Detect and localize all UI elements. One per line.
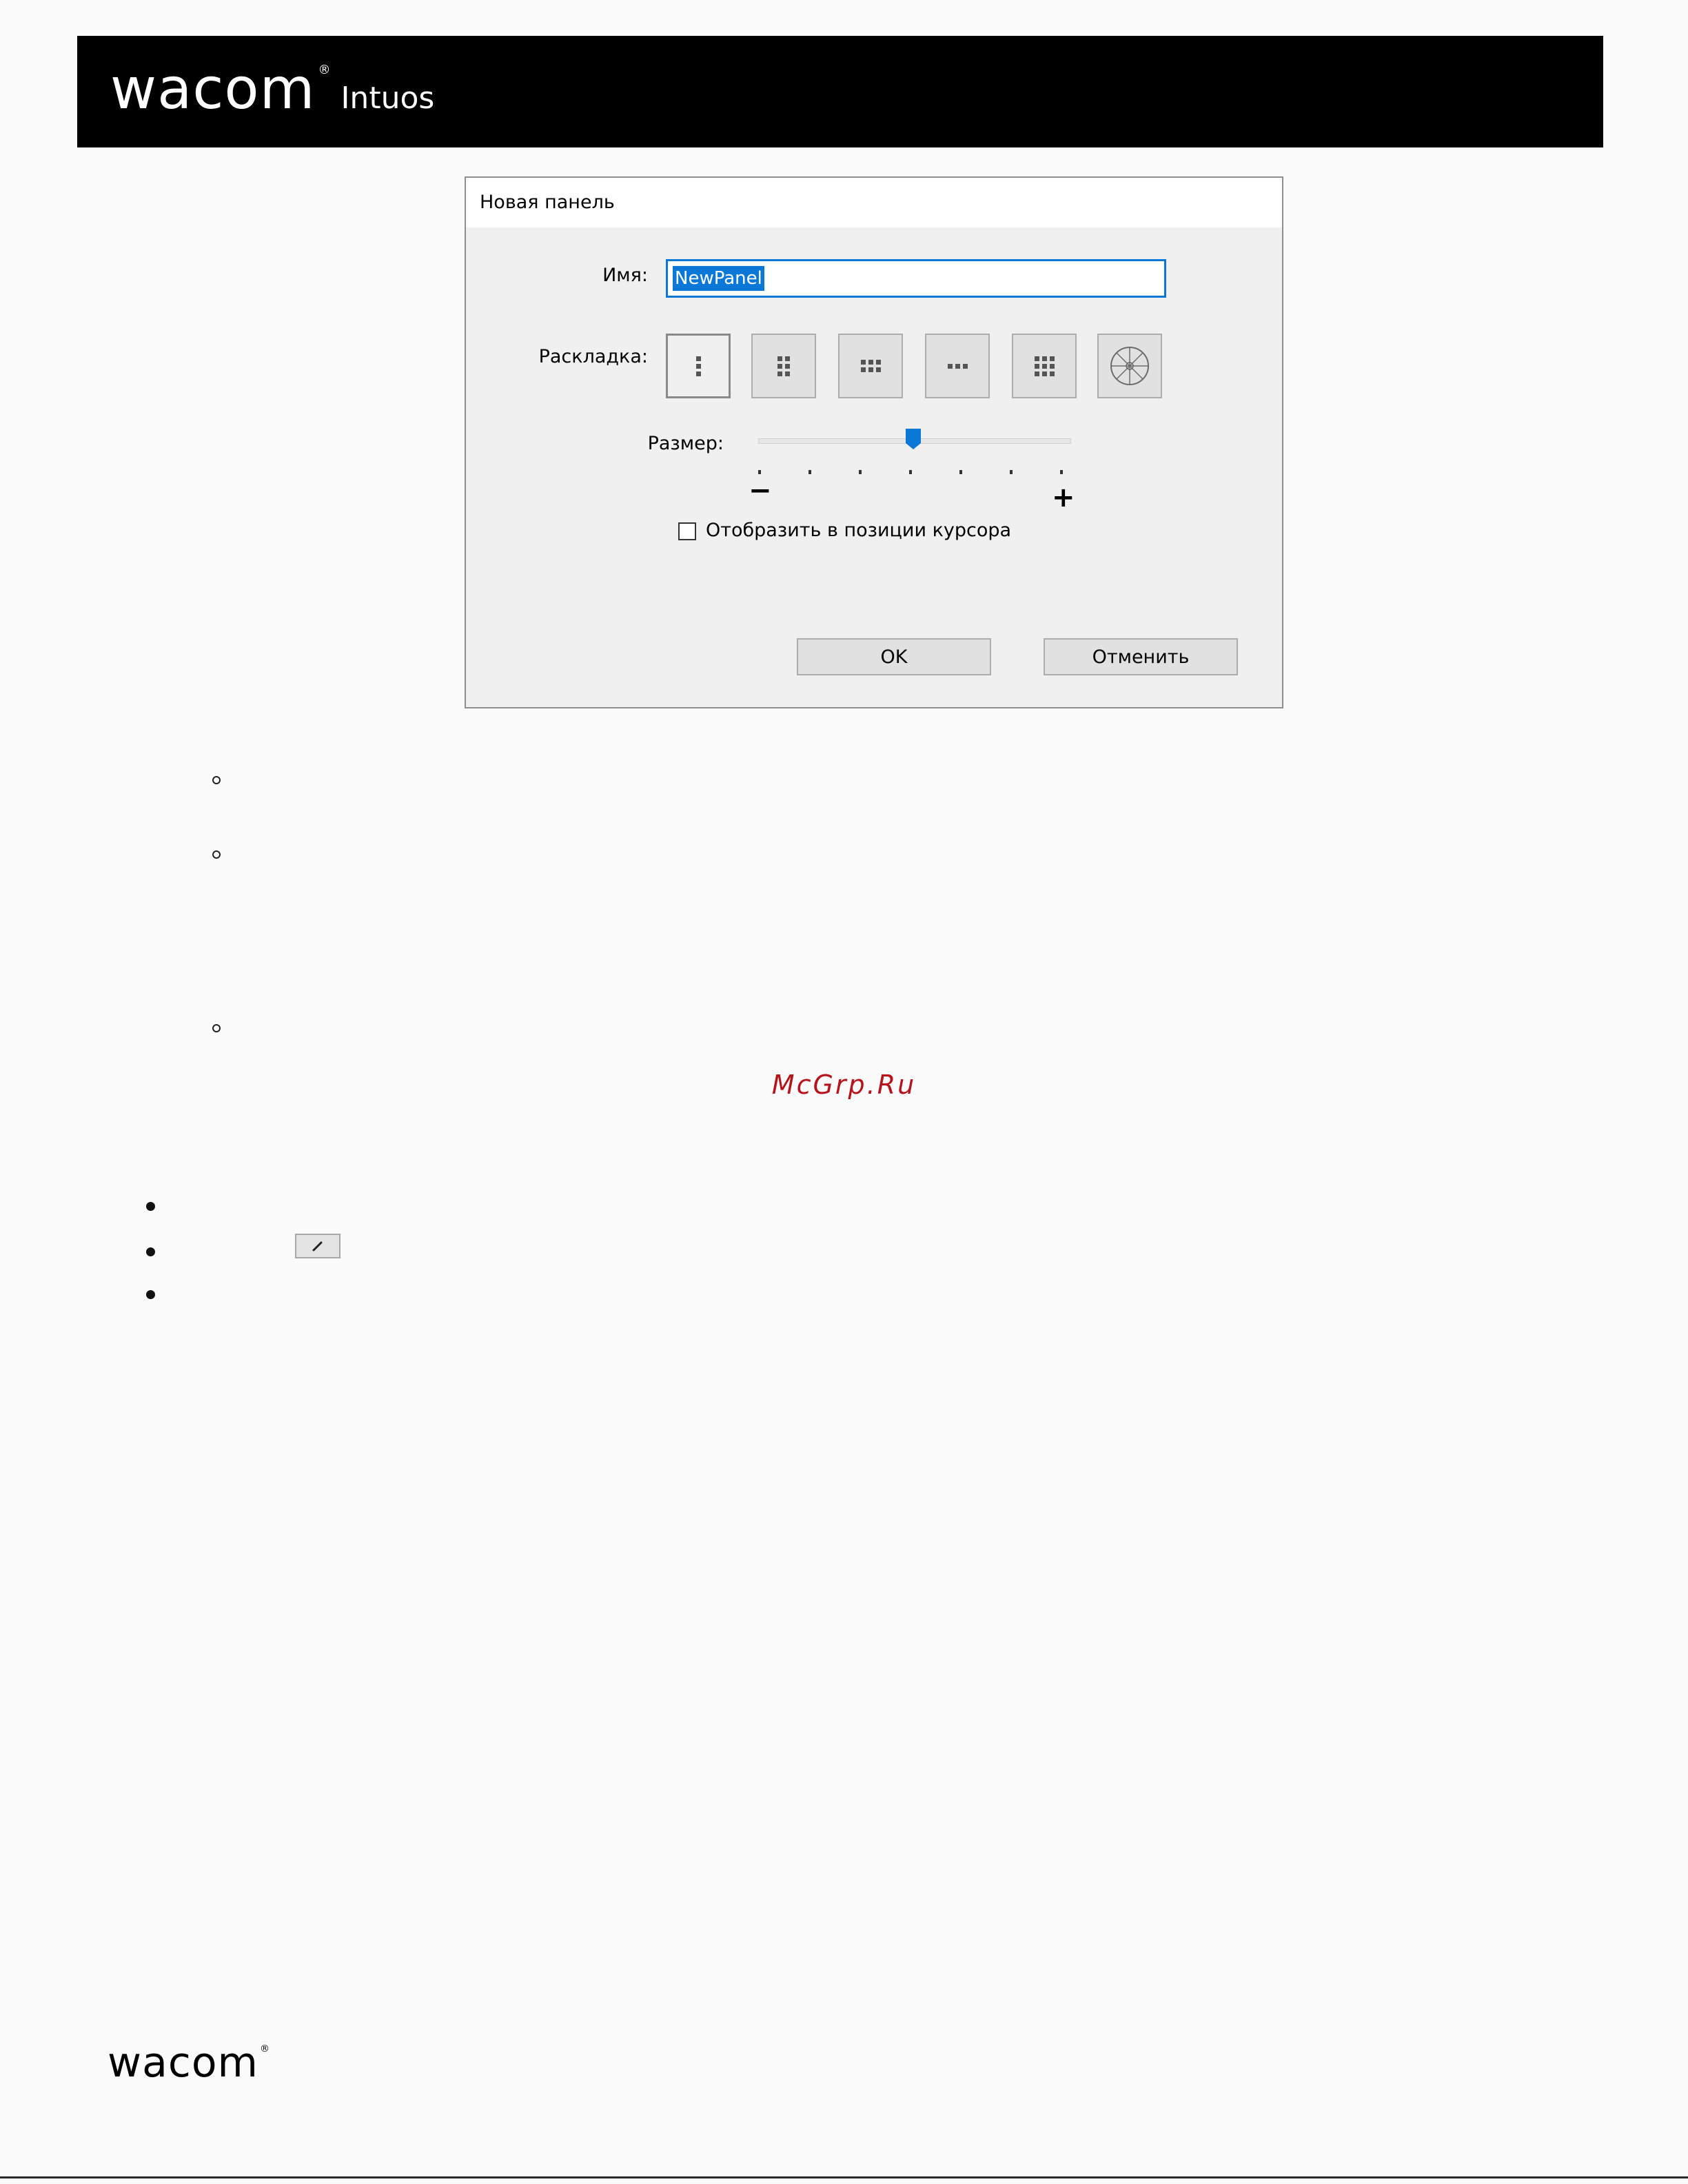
dialog-title: Новая панель <box>480 192 615 213</box>
list-bullet <box>146 1202 155 1211</box>
brand-name: wacom <box>110 57 316 122</box>
list-bullet <box>146 1247 155 1256</box>
size-minus-label: − <box>749 475 772 507</box>
slider-tick <box>1060 470 1063 474</box>
layout-grid-icon <box>1034 356 1055 376</box>
layout-3col-button[interactable] <box>838 334 903 398</box>
edit-button[interactable] <box>295 1234 340 1258</box>
name-input[interactable] <box>666 259 1166 298</box>
new-panel-dialog: Новая панель Имя: NewPanel Раскладка: Ра… <box>465 176 1283 708</box>
radial-menu-icon <box>1110 347 1149 385</box>
pencil-icon <box>312 1241 323 1252</box>
size-slider-thumb[interactable] <box>906 429 921 449</box>
footer-registered-mark: ® <box>259 2043 270 2054</box>
layout-row-button[interactable] <box>925 334 990 398</box>
slider-tick <box>859 470 862 474</box>
size-plus-label: + <box>1052 482 1075 513</box>
layout-2col-icon <box>777 356 790 376</box>
list-bullet <box>146 1290 155 1299</box>
footer-divider <box>0 2176 1688 2178</box>
list-bullet <box>212 850 221 859</box>
slider-tick <box>809 470 811 474</box>
slider-tick <box>909 470 912 474</box>
ok-button[interactable]: OK <box>797 638 991 675</box>
watermark: McGrp.Ru <box>771 1070 917 1100</box>
slider-tick <box>1010 470 1013 474</box>
dialog-titlebar: Новая панель <box>466 178 1282 227</box>
wacom-logo: wacom ® Intuos <box>110 55 434 139</box>
layout-1col-icon <box>695 356 701 376</box>
cancel-button[interactable]: Отменить <box>1044 638 1238 675</box>
layout-3col-icon <box>860 360 881 372</box>
registered-mark: ® <box>318 63 332 77</box>
layout-grid-button[interactable] <box>1012 334 1077 398</box>
header-banner: wacom ® Intuos <box>77 36 1603 147</box>
slider-tick <box>959 470 962 474</box>
layout-2col-button[interactable] <box>751 334 816 398</box>
product-name: Intuos <box>340 81 435 116</box>
layout-row-icon <box>947 363 968 369</box>
layout-1col-button[interactable] <box>666 334 731 398</box>
cursor-position-label[interactable]: Отобразить в позиции курсора <box>706 520 1011 541</box>
radial-menu-button[interactable] <box>1097 334 1162 398</box>
cursor-position-checkbox[interactable] <box>678 522 696 540</box>
size-label: Размер: <box>647 433 724 454</box>
list-bullet <box>212 776 221 784</box>
list-bullet <box>212 1024 221 1032</box>
layout-label: Раскладка: <box>538 346 648 367</box>
slider-tick <box>758 470 761 474</box>
footer-brand-name: wacom <box>108 2039 258 2087</box>
footer-wacom-logo: wacom ® <box>108 2039 270 2098</box>
name-label: Имя: <box>602 265 648 286</box>
